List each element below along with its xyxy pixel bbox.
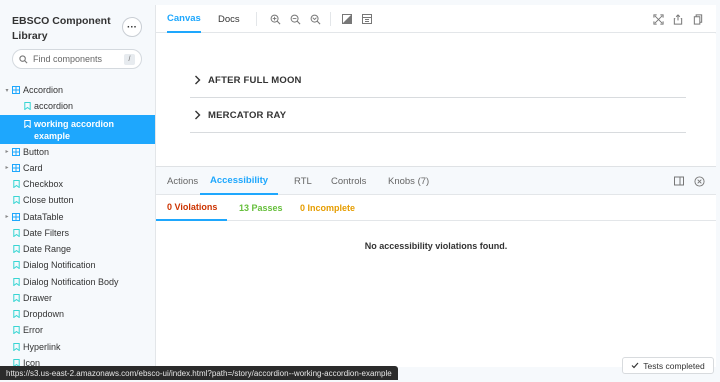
tab-violations[interactable]: 0 Violations xyxy=(156,195,228,221)
sidebar-menu-button[interactable]: ··· xyxy=(122,17,142,37)
sidebar-item-label: Dialog Notification xyxy=(23,260,96,271)
component-icon xyxy=(12,86,20,95)
fullscreen-icon[interactable] xyxy=(652,13,664,25)
tab-accessibility[interactable]: Accessibility xyxy=(200,167,279,195)
component-tree: ▾ Accordion accordion working accordion exa… xyxy=(0,82,155,371)
sidebar-item-error[interactable]: Error xyxy=(0,322,155,338)
bookmark-icon xyxy=(12,277,20,286)
sidebar-item-label: Date Range xyxy=(23,244,72,255)
addons-panel: Actions Accessibility RTL Controls Knobs… xyxy=(156,166,716,367)
zoom-out-icon[interactable] xyxy=(289,13,301,25)
tab-controls[interactable]: Controls xyxy=(331,167,366,195)
sidebar-item-label: accordion xyxy=(34,101,74,112)
sidebar-item-checkbox[interactable]: Checkbox xyxy=(0,176,155,192)
bookmark-icon xyxy=(12,342,20,351)
zoom-reset-icon[interactable] xyxy=(309,13,321,25)
sidebar-item-label: Accordion xyxy=(23,85,64,96)
toolbar-divider xyxy=(256,12,257,26)
chevron-down-icon: ▾ xyxy=(5,87,9,94)
sidebar-item-card[interactable]: ▸ Card xyxy=(0,160,155,176)
sidebar-item-dialog-notification-body[interactable]: Dialog Notification Body xyxy=(0,274,155,290)
sidebar-item-hyperlink[interactable]: Hyperlink xyxy=(0,339,155,355)
tab-actions[interactable]: Actions xyxy=(167,167,198,195)
bookmark-icon xyxy=(12,196,20,205)
link-preview-statusbar: https://s3.us-east-2.amazonaws.com/ebsco… xyxy=(0,366,398,380)
chevron-right-icon xyxy=(195,110,201,120)
sidebar-item-dropdown[interactable]: Dropdown xyxy=(0,306,155,322)
toolbar-divider xyxy=(330,12,331,26)
bookmark-icon xyxy=(12,245,20,254)
tab-knobs[interactable]: Knobs (7) xyxy=(388,167,429,195)
tests-completed-badge: Tests completed xyxy=(622,357,714,374)
share-icon[interactable] xyxy=(672,13,684,25)
sidebar-item-label: Close button xyxy=(23,195,74,206)
sidebar-item-accordion[interactable]: ▾ Accordion xyxy=(0,82,155,98)
tab-rtl[interactable]: RTL xyxy=(294,167,312,195)
a11y-result-message: No accessibility violations found. xyxy=(364,241,508,251)
bookmark-icon xyxy=(23,102,31,111)
story-canvas: AFTER FULL MOON MERCATOR RAY xyxy=(156,34,716,166)
sidebar-item-drawer[interactable]: Drawer xyxy=(0,290,155,306)
tab-incomplete[interactable]: 0 Incomplete xyxy=(300,195,355,221)
component-icon xyxy=(12,163,20,172)
component-icon xyxy=(12,212,20,221)
bookmark-icon xyxy=(23,119,31,128)
sidebar-item-label: DataTable xyxy=(23,211,64,222)
a11y-result-tabs: 0 Violations 13 Passes 0 Incomplete xyxy=(156,195,716,221)
sidebar-item-label: Dialog Notification Body xyxy=(23,276,119,287)
close-panel-icon[interactable] xyxy=(693,175,705,187)
chevron-right-icon: ▸ xyxy=(5,214,9,221)
zoom-in-icon[interactable] xyxy=(269,13,281,25)
tab-passes[interactable]: 13 Passes xyxy=(239,195,283,221)
addons-tabs: Actions Accessibility RTL Controls Knobs… xyxy=(156,167,716,195)
chevron-right-icon: ▸ xyxy=(5,149,9,156)
bookmark-icon xyxy=(12,180,20,189)
sidebar: EBSCO Component Library ··· / ▾ Accordion… xyxy=(0,0,155,382)
accordion-item-label: AFTER FULL MOON xyxy=(208,74,302,86)
accordion-item-mercator-ray[interactable]: MERCATOR RAY xyxy=(190,98,686,133)
tab-docs[interactable]: Docs xyxy=(218,5,240,33)
component-icon xyxy=(12,147,20,156)
sidebar-item-label: Checkbox xyxy=(23,179,64,190)
sidebar-item-label: Card xyxy=(23,162,43,173)
sidebar-item-button[interactable]: ▸ Button xyxy=(0,144,155,160)
search-box[interactable]: / xyxy=(12,49,142,69)
accordion-item-after-full-moon[interactable]: AFTER FULL MOON xyxy=(190,63,686,98)
bookmark-icon xyxy=(12,326,20,335)
panel-orientation-icon[interactable] xyxy=(673,175,685,187)
sidebar-item-label: Button xyxy=(23,146,50,157)
sidebar-item-label: Hyperlink xyxy=(23,341,61,352)
background-icon[interactable] xyxy=(341,13,353,25)
bookmark-icon xyxy=(12,261,20,270)
sidebar-item-date-range[interactable]: Date Range xyxy=(0,241,155,257)
toolbar: Canvas Docs xyxy=(156,5,716,33)
bookmark-icon xyxy=(12,228,20,237)
check-icon xyxy=(631,362,639,369)
sidebar-item-label: Error xyxy=(23,325,43,336)
chevron-right-icon xyxy=(195,75,201,85)
chevron-right-icon: ▸ xyxy=(5,165,9,172)
bookmark-icon xyxy=(12,310,20,319)
sidebar-item-dialog-notification[interactable]: Dialog Notification xyxy=(0,257,155,273)
sidebar-item-working-accordion-example[interactable]: working accordion example xyxy=(0,114,155,144)
sidebar-item-date-filters[interactable]: Date Filters xyxy=(0,225,155,241)
library-title[interactable]: EBSCO Component Library xyxy=(12,14,117,44)
sidebar-item-label: Dropdown xyxy=(23,309,65,320)
preview-panel: Canvas Docs AFTER FULL MOON MERCATOR RAY… xyxy=(155,5,716,367)
bookmark-icon xyxy=(12,293,20,302)
sidebar-item-label: Drawer xyxy=(23,292,53,303)
sidebar-item-close-button[interactable]: Close button xyxy=(0,192,155,208)
copy-link-icon[interactable] xyxy=(692,13,704,25)
search-shortcut-hint: / xyxy=(124,54,135,65)
sidebar-item-accordion[interactable]: accordion xyxy=(0,98,155,114)
search-input[interactable] xyxy=(33,54,123,64)
search-icon xyxy=(19,54,28,63)
sidebar-item-label: Date Filters xyxy=(23,227,70,238)
accordion-item-label: MERCATOR RAY xyxy=(208,109,287,121)
grid-icon[interactable] xyxy=(361,13,373,25)
sidebar-item-datatable[interactable]: ▸ DataTable xyxy=(0,209,155,225)
tab-canvas[interactable]: Canvas xyxy=(167,5,201,33)
tests-completed-label: Tests completed xyxy=(643,360,705,371)
sidebar-item-label: working accordion example xyxy=(34,118,115,141)
